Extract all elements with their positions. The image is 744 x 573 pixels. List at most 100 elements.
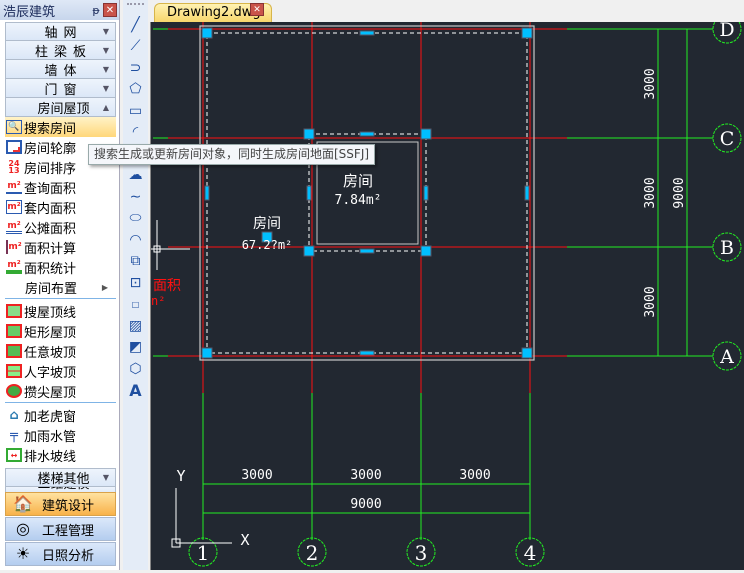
menu-item-area-calc[interactable]: m² 面积计算 [5, 237, 116, 257]
axis-lines [153, 22, 713, 540]
category-column-beam[interactable]: 柱梁板 ▼ [5, 41, 116, 60]
ucs-y-label: Y [176, 467, 185, 485]
text-icon[interactable]: A [123, 380, 148, 402]
dim-x-1: 3000 [241, 468, 272, 483]
category-door-window[interactable]: 门窗 ▼ [5, 79, 116, 98]
menu-item-any-slope-roof[interactable]: 任意坡顶 [5, 341, 116, 361]
module-architecture-design[interactable]: 🏠 建筑设计 [5, 492, 116, 516]
menu-item-gable-roof[interactable]: 人字坡顶 [5, 361, 116, 381]
item-label: 排水坡线 [24, 449, 77, 465]
gradient-icon[interactable]: ◩ [123, 337, 148, 359]
roof-line-icon [6, 304, 22, 318]
menu-item-area-stats[interactable]: m² 面积统计 [5, 257, 116, 277]
module-label: 日照分析 [42, 548, 95, 564]
menu-item-dormer[interactable]: ⌂ 加老虎窗 [5, 405, 116, 425]
category-label: 房间屋顶 [37, 101, 90, 117]
axis-label-1: 1 [197, 541, 210, 565]
chevron-down-icon: ▼ [102, 473, 109, 482]
insert-block-icon[interactable]: ⧉ [123, 251, 148, 273]
crosshair-cursor [151, 220, 190, 270]
chevron-down-icon: ▼ [102, 83, 109, 93]
revcloud-icon[interactable]: ☁ [123, 165, 148, 187]
category-label: 轴网 [44, 26, 83, 41]
category-wall[interactable]: 墙体 ▼ [5, 60, 116, 79]
partial-area-label: 面积 [153, 278, 181, 294]
dim-x-total: 9000 [350, 497, 381, 512]
menu-item-inner-area[interactable]: m² 套内面积 [5, 197, 116, 217]
item-label: 房间排序 [24, 161, 77, 177]
menu-item-area-query[interactable]: m² 查询面积 [5, 177, 116, 197]
dim-y-2: 3000 [643, 177, 658, 208]
item-label: 攒尖屋顶 [24, 385, 77, 401]
panel-title: 浩辰建筑 [3, 4, 56, 20]
menu-item-roof-line[interactable]: 搜屋顶线 [5, 301, 116, 321]
hatch-icon[interactable]: ▨ [123, 315, 148, 337]
axis-label-2: 2 [306, 541, 319, 565]
ellipse-icon[interactable]: ⬭ [123, 208, 148, 230]
item-label: 加老虎窗 [24, 409, 77, 425]
menu-item-pyramid-roof[interactable]: 攒尖屋顶 [5, 381, 116, 401]
menu-item-rain-pipe[interactable]: ╤ 加雨水管 [5, 425, 116, 445]
menu-item-shared-area[interactable]: m² 公摊面积 [5, 217, 116, 237]
line-icon[interactable]: ╱ [123, 14, 148, 36]
drawing-canvas[interactable]: 房间 7.84m² 房间 67.2?m² 面积 n² 3000 3000 300… [150, 14, 744, 570]
item-label: 套内面积 [24, 201, 77, 217]
pyramid-roof-icon [6, 384, 22, 398]
menu-item-search-room[interactable]: 🔍 搜索房间 [5, 117, 116, 137]
dim-y-total: 9000 [672, 177, 687, 208]
item-label: 房间轮廓 [24, 141, 77, 157]
category-label: 楼梯其他 [37, 472, 90, 487]
module-sunlight-analysis[interactable]: ☀ 日照分析 [5, 542, 116, 566]
module-label: 工程管理 [42, 523, 95, 539]
big-room-name[interactable]: 房间 [253, 216, 281, 232]
category-label: 柱梁板 [34, 44, 92, 60]
chevron-down-icon: ▼ [102, 64, 109, 74]
rectangle-icon[interactable]: ▭ [123, 100, 148, 122]
room-area[interactable]: 7.84m² [335, 193, 382, 208]
shared-area-icon: m² [6, 220, 22, 234]
room-name[interactable]: 房间 [343, 172, 373, 190]
category-axis-grid[interactable]: 轴网 ▼ [5, 22, 116, 41]
module-project-management[interactable]: ◎ 工程管理 [5, 517, 116, 541]
chevron-up-icon: ▲ [102, 102, 109, 112]
pin-icon[interactable]: ᵽ [89, 4, 103, 17]
arc-polyline-icon[interactable]: ⊃ [123, 57, 148, 79]
arc-icon[interactable]: ◜ [123, 122, 148, 144]
category-room-roof[interactable]: 房间屋顶 ▲ [5, 98, 116, 117]
document-tab-bar: Drawing2.dwg ✕ [150, 0, 744, 22]
dim-y-3: 3000 [643, 68, 658, 99]
close-tab-button[interactable]: ✕ [250, 3, 264, 16]
spline-icon[interactable]: ∼ [123, 186, 148, 208]
divider [5, 402, 116, 404]
big-room-area[interactable]: 67.2?m² [242, 238, 293, 252]
calculator-icon: m² [6, 240, 22, 254]
make-block-icon[interactable]: ⊡ [123, 272, 148, 294]
axis-label-3: 3 [415, 541, 428, 565]
dormer-icon: ⌂ [9, 407, 19, 423]
drawing-svg[interactable]: 房间 7.84m² 房间 67.2?m² 面积 n² 3000 3000 300… [151, 14, 744, 570]
gable-roof-icon [6, 364, 22, 378]
polygon-icon[interactable]: ⬠ [123, 79, 148, 101]
close-panel-button[interactable]: ✕ [103, 3, 117, 17]
item-label: 公摊面积 [24, 221, 77, 237]
house-pencil-icon: 🏠 [13, 494, 33, 513]
search-room-icon: 🔍 [6, 120, 22, 134]
point-icon[interactable]: □ [123, 294, 148, 316]
room-outline-icon [6, 140, 22, 154]
area-table-icon: m² [6, 260, 22, 274]
menu-item-rect-roof[interactable]: 矩形屋顶 [5, 321, 116, 341]
menu-item-drain-slope[interactable]: ↔ 排水坡线 [5, 445, 116, 465]
ellipse-arc-icon[interactable]: ◠ [123, 229, 148, 251]
item-label: 加雨水管 [24, 429, 77, 445]
horizontal-dimensions [203, 29, 688, 514]
item-label: 矩形屋顶 [24, 325, 77, 341]
category-stairs-other[interactable]: 楼梯其他 ▼ [5, 468, 116, 487]
toolbar-grip[interactable] [127, 3, 144, 11]
tab-label: Drawing2.dwg [167, 5, 261, 20]
axis-label-d: D [719, 22, 734, 41]
item-label: 面积计算 [24, 241, 77, 257]
polyline-icon[interactable]: ⟋ [123, 36, 148, 58]
submenu-room-layout[interactable]: 房间布置 ▶ [5, 277, 116, 297]
item-label: 任意坡顶 [24, 345, 77, 361]
region-icon[interactable]: ⬡ [123, 358, 148, 380]
